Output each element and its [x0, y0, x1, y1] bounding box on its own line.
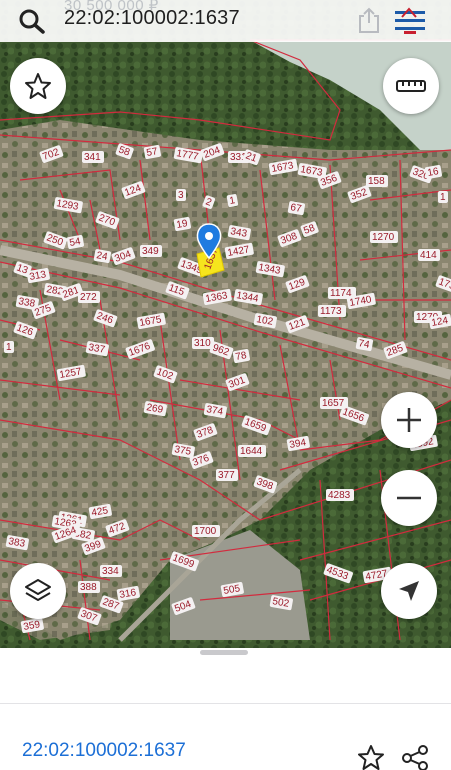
- parcel-label[interactable]: 334: [100, 565, 122, 577]
- minus-icon: [397, 496, 421, 500]
- navigation-arrow-icon: [399, 581, 419, 601]
- svg-text:1270: 1270: [372, 232, 395, 243]
- parcel-label[interactable]: 310: [192, 337, 214, 349]
- svg-text:1657: 1657: [322, 398, 345, 409]
- svg-text:349: 349: [142, 246, 159, 257]
- svg-text:158: 158: [368, 176, 385, 187]
- ruler-icon: [396, 80, 426, 92]
- sheet-title: 22:02:100002:1637: [22, 740, 186, 761]
- svg-text:414: 414: [420, 250, 437, 261]
- parcel-label[interactable]: 349: [140, 245, 162, 257]
- parcel-label[interactable]: 272: [78, 291, 100, 303]
- star-icon[interactable]: [357, 744, 385, 770]
- svg-text:1644: 1644: [240, 446, 263, 457]
- layers-button[interactable]: [10, 563, 66, 619]
- locate-button[interactable]: [381, 563, 437, 619]
- cadastral-number[interactable]: 22:02:100002:1637: [64, 7, 240, 30]
- parcel-label[interactable]: 414: [418, 249, 440, 261]
- layers-menu-icon[interactable]: [392, 7, 428, 35]
- parcel-label[interactable]: 388: [78, 581, 100, 593]
- svg-text:1: 1: [6, 342, 12, 353]
- parcel-label[interactable]: 1: [438, 191, 448, 203]
- parcel-label[interactable]: 1173: [318, 305, 346, 317]
- svg-text:4283: 4283: [328, 490, 351, 501]
- top-bar: 30 500 000 ₽ 22:02:100002:1637: [0, 0, 451, 42]
- svg-text:1: 1: [440, 192, 446, 203]
- parcel-label[interactable]: 341: [82, 151, 104, 163]
- svg-text:334: 334: [102, 566, 119, 577]
- layers-icon: [25, 579, 51, 601]
- zoom-out-button[interactable]: [381, 470, 437, 526]
- satellite-imagery: 702 341 58 57 1777 204 331211673 1673356 158 3201…: [0, 0, 451, 648]
- svg-text:1173: 1173: [320, 306, 342, 317]
- svg-text:272: 272: [80, 292, 97, 303]
- search-icon[interactable]: [18, 8, 46, 34]
- bottom-sheet[interactable]: 22:02:100002:1637: [0, 648, 451, 770]
- parcel-label[interactable]: 4283: [326, 489, 354, 501]
- svg-text:388: 388: [80, 582, 97, 593]
- svg-text:3: 3: [178, 190, 184, 201]
- sheet-drag-handle[interactable]: [200, 650, 248, 655]
- svg-text:1700: 1700: [194, 526, 217, 537]
- zoom-in-button[interactable]: [381, 392, 437, 448]
- share-icon[interactable]: [356, 6, 382, 34]
- parcel-label[interactable]: 3: [176, 189, 186, 201]
- parcel-label[interactable]: 1270: [370, 231, 398, 243]
- share-icon[interactable]: [399, 744, 431, 770]
- parcel-label[interactable]: 1: [4, 341, 14, 353]
- star-icon: [25, 73, 51, 99]
- svg-text:377: 377: [218, 470, 235, 481]
- parcel-label[interactable]: 1700: [192, 525, 220, 537]
- svg-text:341: 341: [84, 152, 101, 163]
- parcel-label[interactable]: 377: [216, 469, 238, 481]
- sheet-divider: [0, 703, 451, 704]
- cadastral-map[interactable]: 702 341 58 57 1777 204 331 21 1673 1673 356 158 320 1…: [0, 0, 451, 648]
- parcel-label[interactable]: 158: [366, 175, 388, 187]
- parcel-label[interactable]: 1: [226, 194, 239, 208]
- svg-text:310: 310: [194, 338, 211, 349]
- ruler-button[interactable]: [383, 58, 439, 114]
- favorite-button[interactable]: [10, 58, 66, 114]
- plus-icon: [397, 408, 421, 432]
- parcel-label[interactable]: 1644: [238, 445, 266, 457]
